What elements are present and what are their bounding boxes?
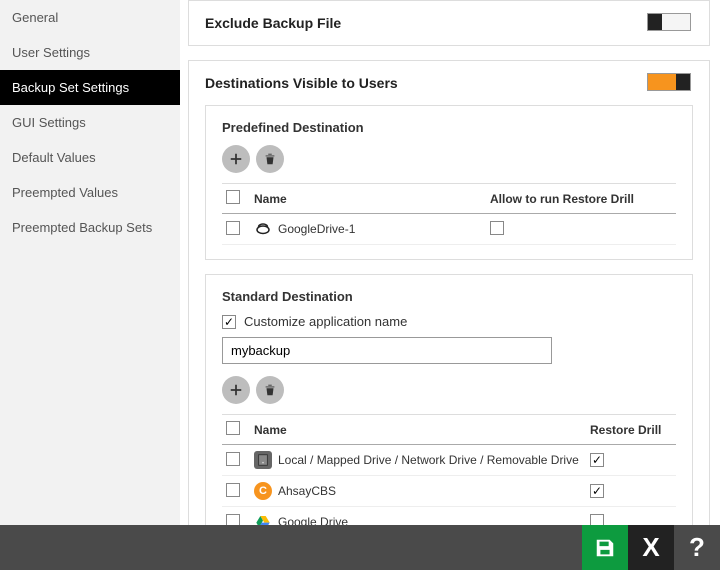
exclude-title: Exclude Backup File	[205, 15, 693, 31]
ahsay-icon: C	[254, 482, 272, 500]
col-restore: Restore Drill	[586, 415, 676, 445]
row-restore-checkbox[interactable]	[490, 221, 504, 235]
row-restore-checkbox[interactable]	[590, 514, 604, 526]
predefined-table: Name Allow to run Restore Drill GoogleDr…	[222, 183, 676, 245]
add-predefined-button[interactable]	[222, 145, 250, 173]
customize-name-label: Customize application name	[244, 314, 407, 329]
standard-destination-panel: Standard Destination Customize applicati…	[205, 274, 693, 525]
exclude-toggle[interactable]	[647, 13, 691, 31]
trash-icon	[263, 383, 277, 397]
delete-predefined-button[interactable]	[256, 145, 284, 173]
row-select-checkbox[interactable]	[226, 452, 240, 466]
col-name: Name	[250, 184, 486, 214]
sidebar-item-preempted-values[interactable]: Preempted Values	[0, 175, 180, 210]
table-row: GoogleDrive-1	[222, 214, 676, 245]
destinations-panel: Destinations Visible to Users Predefined…	[188, 60, 710, 525]
predefined-destination-panel: Predefined Destination Name Allow to run…	[205, 105, 693, 260]
table-row: C AhsayCBS	[222, 476, 676, 507]
exclude-backup-panel: Exclude Backup File	[188, 0, 710, 46]
row-name: Local / Mapped Drive / Network Drive / R…	[278, 453, 579, 467]
delete-standard-button[interactable]	[256, 376, 284, 404]
save-button[interactable]	[582, 525, 628, 570]
destinations-title: Destinations Visible to Users	[205, 75, 693, 91]
row-name: Google Drive	[278, 515, 348, 525]
plus-icon	[229, 152, 243, 166]
sidebar-item-user-settings[interactable]: User Settings	[0, 35, 180, 70]
sidebar-item-general[interactable]: General	[0, 0, 180, 35]
sidebar-item-backup-set-settings[interactable]: Backup Set Settings	[0, 70, 180, 105]
help-button[interactable]: ?	[674, 525, 720, 570]
cloud-drive-icon	[254, 220, 272, 238]
trash-icon	[263, 152, 277, 166]
table-row: Google Drive	[222, 507, 676, 526]
standard-select-all-checkbox[interactable]	[226, 421, 240, 435]
save-icon	[594, 537, 616, 559]
add-standard-button[interactable]	[222, 376, 250, 404]
gdrive-icon	[254, 513, 272, 525]
standard-title: Standard Destination	[222, 289, 676, 304]
predefined-select-all-checkbox[interactable]	[226, 190, 240, 204]
application-name-input[interactable]	[222, 337, 552, 364]
row-select-checkbox[interactable]	[226, 514, 240, 526]
sidebar-item-gui-settings[interactable]: GUI Settings	[0, 105, 180, 140]
sidebar: GeneralUser SettingsBackup Set SettingsG…	[0, 0, 180, 525]
close-button[interactable]: X	[628, 525, 674, 570]
table-row: Local / Mapped Drive / Network Drive / R…	[222, 445, 676, 476]
local-drive-icon	[254, 451, 272, 469]
predefined-title: Predefined Destination	[222, 120, 676, 135]
sidebar-item-preempted-backup-sets[interactable]: Preempted Backup Sets	[0, 210, 180, 245]
row-name: GoogleDrive-1	[278, 222, 355, 236]
plus-icon	[229, 383, 243, 397]
content-area: Exclude Backup File Destinations Visible…	[180, 0, 720, 525]
row-select-checkbox[interactable]	[226, 483, 240, 497]
footer-bar: X ?	[0, 525, 720, 570]
row-restore-checkbox[interactable]	[590, 484, 604, 498]
row-restore-checkbox[interactable]	[590, 453, 604, 467]
destinations-toggle[interactable]	[647, 73, 691, 91]
row-select-checkbox[interactable]	[226, 221, 240, 235]
col-restore: Allow to run Restore Drill	[486, 184, 676, 214]
standard-table: Name Restore Drill Local / Mapped Drive …	[222, 414, 676, 525]
row-name: AhsayCBS	[278, 484, 336, 498]
col-name: Name	[250, 415, 586, 445]
sidebar-item-default-values[interactable]: Default Values	[0, 140, 180, 175]
customize-name-checkbox[interactable]	[222, 315, 236, 329]
